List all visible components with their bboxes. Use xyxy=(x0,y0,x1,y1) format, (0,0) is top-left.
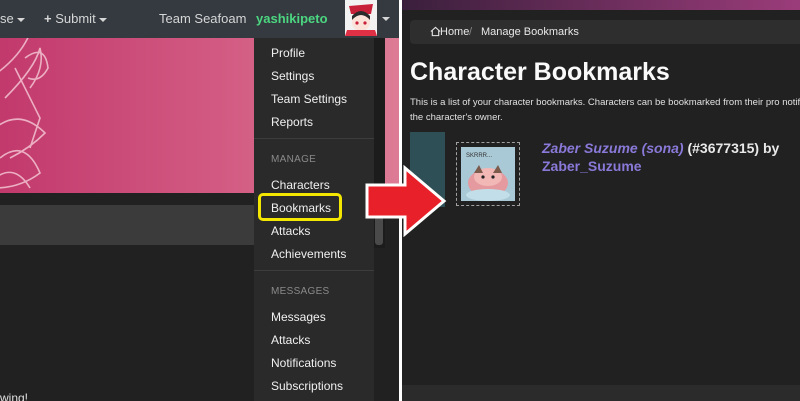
content-bar xyxy=(0,205,260,245)
left-screenshot-panel: se + Submit Team Seafoam yashikipeto win… xyxy=(0,0,399,401)
character-owner-link[interactable]: Zaber_Suzume xyxy=(542,158,642,174)
chevron-down-icon xyxy=(16,17,25,22)
menu-item-notifications[interactable]: Notifications xyxy=(271,356,336,370)
nav-browse-label: se xyxy=(0,11,14,26)
menu-header-messages: MESSAGES xyxy=(271,286,330,297)
menu-header-manage: MANAGE xyxy=(271,154,317,165)
bookmark-title: Zaber Suzume (sona) (#3677315) by xyxy=(542,140,779,156)
top-navbar: se + Submit Team Seafoam yashikipeto xyxy=(0,0,399,38)
menu-item-profile[interactable]: Profile xyxy=(271,46,305,60)
bookmarks-highlight-box xyxy=(258,193,342,221)
nav-team-link[interactable]: Team Seafoam xyxy=(159,11,246,26)
avatar[interactable] xyxy=(345,0,377,36)
menu-divider xyxy=(254,138,374,139)
arrow-right-icon xyxy=(365,165,447,237)
cut-off-text: wing! xyxy=(0,391,29,401)
character-name-link[interactable]: Zaber Suzume (sona) xyxy=(542,140,684,156)
menu-item-message-attacks[interactable]: Attacks xyxy=(271,333,310,347)
menu-item-characters[interactable]: Characters xyxy=(271,178,330,192)
character-thumbnail[interactable]: SKRRR... xyxy=(456,142,520,206)
thumbnail-caption: SKRRR... xyxy=(466,153,492,159)
nav-submit-label: Submit xyxy=(55,11,96,26)
breadcrumb-separator: / xyxy=(469,26,473,38)
character-thumbnail-image: SKRRR... xyxy=(461,147,515,201)
menu-item-subscriptions[interactable]: Subscriptions xyxy=(271,379,343,393)
menu-item-reports[interactable]: Reports xyxy=(271,115,313,129)
nav-submit-menu[interactable]: + Submit xyxy=(44,11,107,26)
chevron-down-icon xyxy=(98,17,107,22)
menu-item-achievements[interactable]: Achievements xyxy=(271,247,346,261)
page-description: This is a list of your character bookmar… xyxy=(410,97,800,123)
page-footer xyxy=(402,385,800,401)
nav-browse-menu[interactable]: se xyxy=(0,11,25,26)
page-title: Character Bookmarks xyxy=(410,58,670,86)
nav-username[interactable]: yashikipeto xyxy=(256,11,328,26)
header-strip xyxy=(402,0,800,10)
breadcrumb-home-link[interactable]: Home xyxy=(440,26,469,38)
menu-divider xyxy=(254,270,374,271)
menu-item-messages[interactable]: Messages xyxy=(271,310,326,324)
menu-item-settings[interactable]: Settings xyxy=(271,69,314,83)
menu-item-team-settings[interactable]: Team Settings xyxy=(271,92,347,106)
character-id: (#3677315) by xyxy=(687,140,780,156)
avatar-chevron-down-icon[interactable] xyxy=(382,17,390,21)
plus-icon: + xyxy=(44,11,52,26)
breadcrumb: Home / Manage Bookmarks xyxy=(410,20,800,44)
breadcrumb-current: Manage Bookmarks xyxy=(481,26,579,38)
menu-item-attacks[interactable]: Attacks xyxy=(271,224,310,238)
right-screenshot-panel: Home / Manage Bookmarks Character Bookma… xyxy=(402,0,800,401)
